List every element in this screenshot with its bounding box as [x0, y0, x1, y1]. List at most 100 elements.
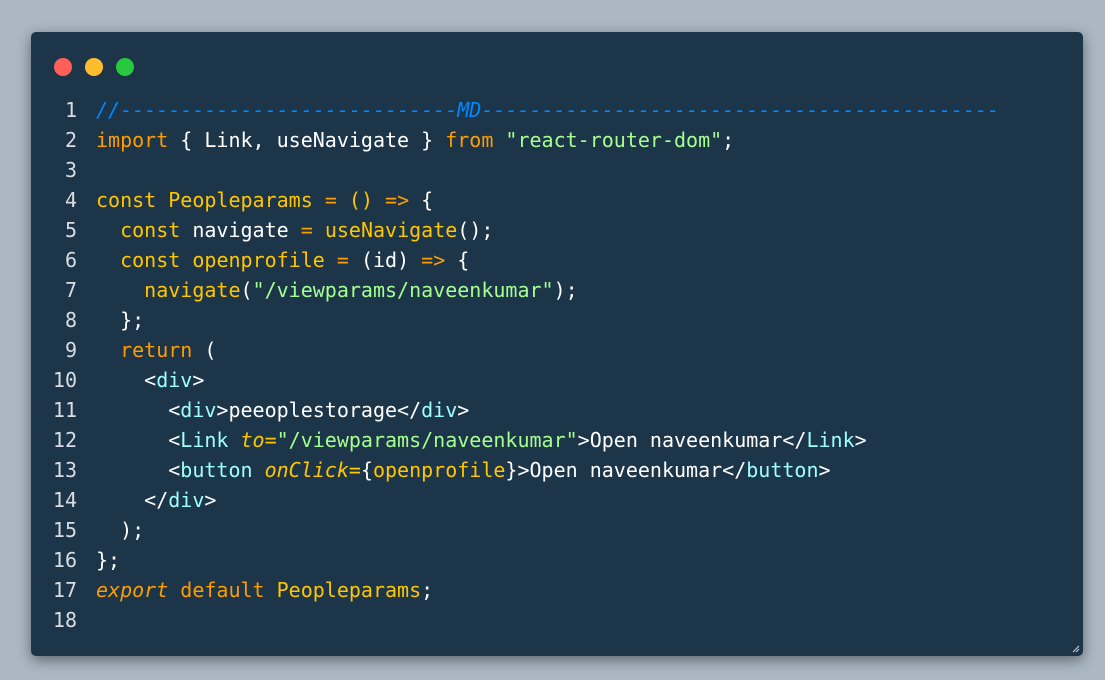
code-line: 7 navigate("/viewparams/naveenkumar"); — [31, 275, 1083, 305]
code-text: const openprofile = (id) => { — [96, 245, 469, 275]
code-token: default — [180, 578, 265, 602]
minimize-dot-icon[interactable] — [85, 58, 103, 76]
code-token: ); — [96, 518, 145, 542]
code-token: "react-router-dom" — [505, 128, 723, 152]
line-number: 4 — [64, 188, 77, 212]
code-text: </div> — [96, 485, 216, 515]
code-token: import — [96, 128, 169, 152]
code-token: => — [385, 188, 410, 212]
code-token: navigate — [180, 218, 301, 242]
code-text: //----------------------------MD--------… — [96, 95, 999, 125]
code-token: }; — [96, 308, 145, 332]
code-token: >peeoplestorage</ — [216, 398, 422, 422]
code-token: }; — [96, 548, 121, 572]
code-token: useNavigate — [324, 218, 458, 242]
code-line: 8 }; — [31, 305, 1083, 335]
line-number: 8 — [64, 308, 77, 332]
code-text: <div>peeoplestorage</div> — [96, 395, 469, 425]
code-token: div — [168, 488, 205, 512]
code-line: 4 const Peopleparams = () => { — [31, 185, 1083, 215]
line-number: 10 — [52, 368, 77, 392]
code-token: > — [854, 428, 867, 452]
code-line: 2 import { Link, useNavigate } from "reac… — [31, 125, 1083, 155]
code-token: (); — [457, 218, 494, 242]
code-text: <button onClick={openprofile}>Open navee… — [96, 455, 831, 485]
line-number: 1 — [64, 98, 77, 122]
resize-grip-icon[interactable] — [1070, 643, 1080, 653]
code-token: < — [96, 458, 181, 482]
code-token: > — [204, 488, 217, 512]
code-token: "/viewparams/naveenkumar" — [276, 428, 578, 452]
code-line: 3 — [31, 155, 1083, 185]
code-token: const — [96, 188, 157, 212]
code-editor[interactable]: 1 //----------------------------MD-------… — [31, 95, 1083, 635]
code-text: const navigate = useNavigate(); — [96, 215, 493, 245]
code-text: import { Link, useNavigate } from "react… — [96, 125, 734, 155]
code-token: ; — [722, 128, 735, 152]
code-text: ); — [96, 515, 144, 545]
code-text: return ( — [96, 335, 216, 365]
code-token: return — [120, 338, 193, 362]
code-token: { Link, useNavigate } — [168, 128, 446, 152]
code-token: div — [421, 398, 458, 422]
line-number: 17 — [52, 578, 77, 602]
maximize-dot-icon[interactable] — [116, 58, 134, 76]
code-text: <div> — [96, 365, 204, 395]
line-number: 14 — [52, 488, 77, 512]
close-dot-icon[interactable] — [54, 58, 72, 76]
line-number: 16 — [52, 548, 77, 572]
code-token: const — [120, 248, 181, 272]
line-number: 7 — [64, 278, 77, 302]
code-token: from — [445, 128, 494, 152]
code-text: <Link to="/viewparams/naveenkumar">Open … — [96, 425, 867, 455]
code-token: Peopleparams — [276, 578, 422, 602]
code-text: navigate("/viewparams/naveenkumar"); — [96, 275, 578, 305]
code-token: const — [120, 218, 181, 242]
code-line: 15 ); — [31, 515, 1083, 545]
line-number: 2 — [64, 128, 77, 152]
code-token: > — [457, 398, 470, 422]
code-token: > — [818, 458, 831, 482]
line-number: 11 — [52, 398, 77, 422]
code-token: openprofile — [372, 458, 506, 482]
code-token: to= — [240, 428, 277, 452]
line-number: 9 — [64, 338, 77, 362]
code-token: onClick= — [264, 458, 361, 482]
code-line: 18 — [31, 605, 1083, 635]
code-line: 10 <div> — [31, 365, 1083, 395]
code-line: 6 const openprofile = (id) => { — [31, 245, 1083, 275]
code-token: < — [96, 428, 181, 452]
code-token: ); — [553, 278, 578, 302]
code-token: { — [360, 458, 373, 482]
code-line: 17 export default Peopleparams; — [31, 575, 1083, 605]
code-text: }; — [96, 305, 144, 335]
code-token: ( — [240, 278, 253, 302]
code-token: }>Open naveenkumar</ — [505, 458, 747, 482]
code-text: }; — [96, 545, 120, 575]
code-token: //----------------------------MD--------… — [96, 98, 1000, 122]
code-token: Peopleparams — [168, 188, 313, 212]
code-token: >Open naveenkumar</ — [577, 428, 807, 452]
line-number: 15 — [52, 518, 77, 542]
code-token: = — [324, 188, 337, 212]
code-token: < — [96, 398, 181, 422]
code-token: openprofile — [192, 248, 325, 272]
line-number: 5 — [64, 218, 77, 242]
line-number: 6 — [64, 248, 77, 272]
code-line: 5 const navigate = useNavigate(); — [31, 215, 1083, 245]
code-token: (id) — [348, 248, 422, 272]
code-token: = — [300, 218, 313, 242]
code-token: ( — [192, 338, 217, 362]
code-text: export default Peopleparams; — [96, 575, 433, 605]
code-line: 13 <button onClick={openprofile}>Open na… — [31, 455, 1083, 485]
